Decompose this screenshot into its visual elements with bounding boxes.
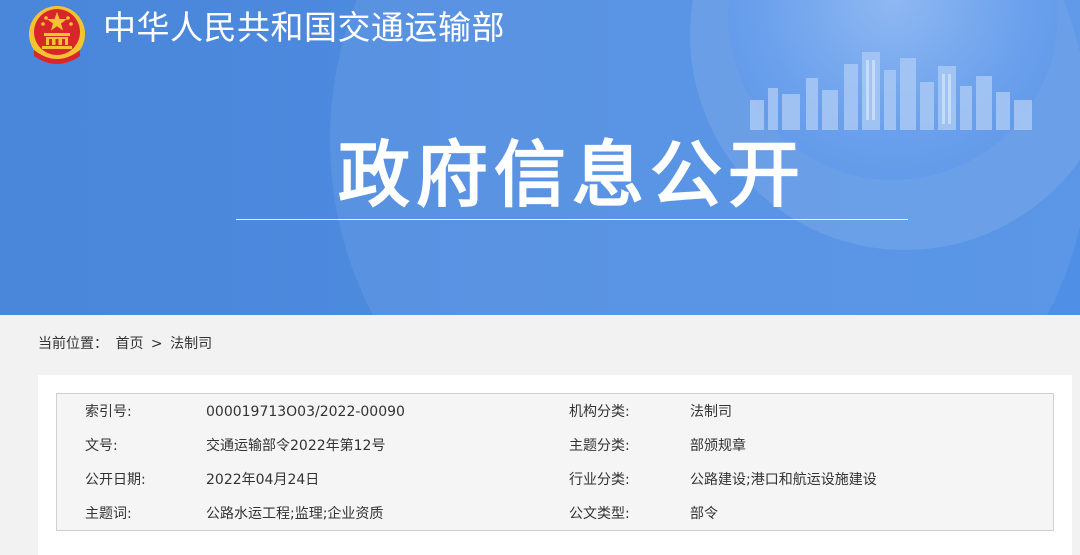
breadcrumb-separator: >: [150, 336, 163, 352]
info-row-doc-number: 文号: 交通运输部令2022年第12号 主题分类: 部颁规章: [57, 434, 1055, 458]
info-row-index: 索引号: 000019713O03/2022-00090 机构分类: 法制司: [57, 400, 1055, 424]
info-key: 索引号:: [85, 404, 132, 420]
breadcrumb-current-link[interactable]: 法制司: [170, 336, 212, 352]
breadcrumb-label: 当前位置：: [38, 336, 108, 352]
info-value: 部颁规章: [690, 438, 746, 454]
info-value: 法制司: [690, 404, 732, 420]
info-value: 部令: [690, 506, 718, 522]
city-skyline-illustration: [750, 52, 1032, 130]
banner-divider: [236, 219, 908, 220]
info-key: 行业分类:: [569, 472, 630, 488]
info-value: 公路水运工程;监理;企业资质: [206, 506, 384, 522]
info-key: 主题词:: [85, 506, 132, 522]
info-value: 公路建设;港口和航运设施建设: [690, 472, 877, 488]
banner-title: 政府信息公开: [337, 132, 806, 217]
info-value: 交通运输部令2022年第12号: [206, 438, 386, 454]
ministry-name[interactable]: 中华人民共和国交通运输部: [103, 8, 505, 48]
info-key: 文号:: [85, 438, 118, 454]
info-key: 公开日期:: [85, 472, 146, 488]
breadcrumb-home-link[interactable]: 首页: [115, 336, 143, 352]
info-row-publish-date: 公开日期: 2022年04月24日 行业分类: 公路建设;港口和航运设施建设: [57, 468, 1055, 492]
info-key: 机构分类:: [569, 404, 630, 420]
breadcrumb: 当前位置： 首页 > 法制司: [38, 334, 215, 354]
document-info-table: 索引号: 000019713O03/2022-00090 机构分类: 法制司 文…: [56, 393, 1054, 531]
info-key: 公文类型:: [569, 506, 630, 522]
info-key: 主题分类:: [569, 438, 630, 454]
info-value: 2022年04月24日: [206, 472, 320, 488]
info-row-keywords: 主题词: 公路水运工程;监理;企业资质 公文类型: 部令: [57, 502, 1055, 526]
header-banner: 中华人民共和国交通运输部 政府信息公开: [0, 0, 1080, 315]
national-emblem-icon: [29, 6, 85, 64]
info-value: 000019713O03/2022-00090: [206, 404, 405, 420]
